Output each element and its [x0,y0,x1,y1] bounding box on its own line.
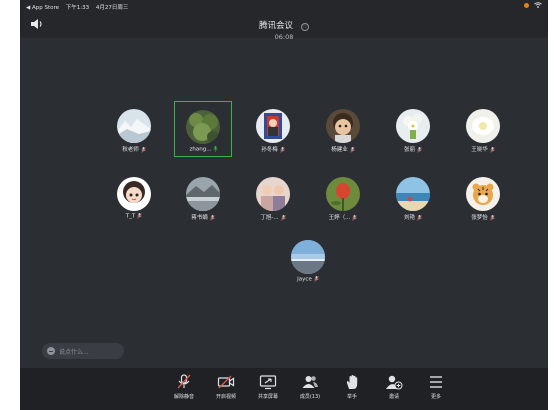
chat-placeholder: 说点什么... [59,349,89,356]
share-screen-icon [259,375,277,390]
status-bar: ◀ App Store 下午1:33 4月27日周三 [20,0,548,12]
chat-icon [47,347,55,355]
muted-mic-icon [177,374,191,389]
participant-name: 王婷（... [328,215,351,221]
participant-tile[interactable]: 张梦怡 [454,169,512,225]
participant-name: 王晓华 [471,147,488,153]
back-to-app-store-link[interactable]: ◀ App Store [26,5,59,11]
muted-mic-icon [349,146,355,153]
chat-input[interactable]: 说点什么... [42,343,124,359]
participant-tile[interactable]: 丁旭-... [244,169,302,225]
participant-tile[interactable]: 张丽 [384,101,442,157]
participant-tile[interactable]: 秋老师 [105,101,163,157]
add-user-icon [386,375,403,390]
white-flower-avatar [466,109,500,143]
participant-grid: 秋老师 zhang... 孙冬梅 杨建业 张丽 王晓华 T_T 蒋书娟 丁旭-.… [20,38,548,368]
participant-name: T_T [125,213,136,220]
status-time: 下午1:33 [65,5,90,11]
tiger-avatar [466,177,500,211]
participant-tile[interactable]: 杨建业 [314,101,372,157]
participant-name: 张梦怡 [471,215,488,221]
members-label: 成员(13) [299,394,321,400]
participant-tile[interactable]: T_T [105,169,163,225]
red-tulip-avatar [326,177,360,211]
participant-tile[interactable]: 蒋书娟 [174,169,232,225]
invite-button[interactable]: 邀请 [374,372,414,408]
participant-name: 张丽 [403,147,415,153]
muted-mic-icon [137,213,143,219]
more-label: 更多 [430,394,441,400]
muted-mic-icon [314,276,319,282]
cartoon-girl-avatar [117,177,151,211]
participant-name: Jayce [297,276,312,283]
group-photo-avatar [256,177,290,211]
meeting-info-icon[interactable]: ⓘ [301,23,310,31]
video-off-icon [217,375,235,389]
portrait-photo-avatar [256,109,290,143]
meeting-header: 腾讯会议 ⓘ 06:08 [20,12,548,41]
muted-mic-icon [489,214,495,221]
participant-name: 刘艳 [403,215,415,221]
beach-avatar [396,177,430,211]
raise-hand-icon [346,375,358,389]
meeting-screen: ◀ App Store 下午1:33 4月27日周三 腾讯会议 ⓘ 06:08 [20,0,548,410]
participant-tile[interactable]: 刘艳 [384,169,442,225]
participant-tile[interactable]: 孙冬梅 [244,101,302,157]
unmute-label: 解除静音 [173,394,194,400]
share-screen-button[interactable]: 共享屏幕 [248,372,288,408]
muted-mic-icon [209,214,215,221]
participant-tile[interactable]: Jayce [279,232,337,288]
participant-tile[interactable]: 王婷（... [314,169,372,225]
status-date: 4月27日周三 [95,5,129,11]
muted-mic-icon [417,214,422,221]
participant-tile-active-speaker[interactable]: zhang... [174,101,232,157]
flowers-avatar [396,109,430,143]
share-screen-label: 共享屏幕 [257,394,278,400]
green-plant-avatar [186,110,220,144]
meeting-toolbar: 解除静音 开启视频 共享屏幕 成员(13) 举手 邀请 更多 [20,368,548,410]
wifi-icon [534,2,542,8]
muted-mic-icon [140,146,146,153]
invite-label: 邀请 [388,394,399,400]
members-icon [302,376,318,388]
cartoon-character-avatar [326,109,360,143]
participant-tile[interactable]: 王晓华 [454,101,512,157]
unmute-button[interactable]: 解除静音 [164,372,204,408]
menu-icon [430,376,442,388]
participant-name: 孙冬梅 [261,147,278,153]
more-button[interactable]: 更多 [416,372,456,408]
members-button[interactable]: 成员(13) [290,372,330,408]
raise-hand-label: 举手 [346,394,357,400]
muted-mic-icon [489,146,495,153]
muted-mic-icon [417,146,422,153]
participant-name: 杨建业 [331,147,348,153]
muted-mic-icon [279,146,285,153]
active-mic-icon [213,146,219,152]
meeting-title[interactable]: 腾讯会议 [259,21,293,31]
start-video-label: 开启视频 [215,394,236,400]
snow-landscape-avatar [117,109,151,143]
mountain-lake-avatar [186,177,220,211]
participant-name: 丁旭-... [260,215,279,221]
muted-mic-icon [352,214,358,221]
sky-horizon-avatar [291,240,325,274]
start-video-button[interactable]: 开启视频 [206,372,246,408]
battery-icon [524,2,530,8]
muted-mic-icon [280,214,286,221]
raise-hand-button[interactable]: 举手 [332,372,372,408]
participant-name: zhang... [189,146,212,153]
participant-name: 秋老师 [122,147,139,153]
participant-name: 蒋书娟 [191,215,208,221]
